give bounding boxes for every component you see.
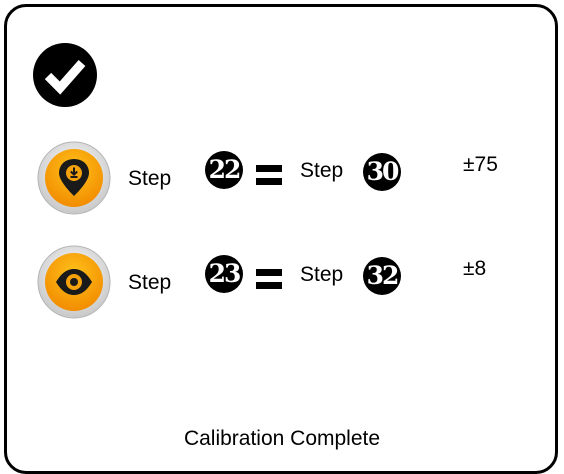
tolerance-value: ±8 <box>463 257 487 280</box>
status-message: Calibration Complete <box>183 427 381 450</box>
eye-icon[interactable] <box>37 245 111 319</box>
equals-icon <box>256 269 282 291</box>
step-label: Step <box>300 263 344 286</box>
step-label: Step <box>128 271 172 294</box>
step-label: Step <box>128 167 172 190</box>
step-number-badge: 32 <box>363 257 401 295</box>
step-row-2: Step 23 Step 32 ±8 <box>7 243 555 323</box>
step-number-badge: 22 <box>205 151 243 189</box>
step-label: Step <box>300 159 344 182</box>
check-circle-icon <box>33 43 97 107</box>
equals-icon <box>256 165 282 187</box>
step-row-1: Step 22 Step 30 ±75 <box>7 139 555 219</box>
calibration-panel: Step 22 Step 30 ±75 Step 23 Step 32 ±8 C… <box>4 4 558 474</box>
step-number-badge: 30 <box>363 153 401 191</box>
step-number-badge: 23 <box>205 255 243 293</box>
location-pin-download-icon[interactable] <box>37 141 111 215</box>
tolerance-value: ±75 <box>463 153 498 176</box>
